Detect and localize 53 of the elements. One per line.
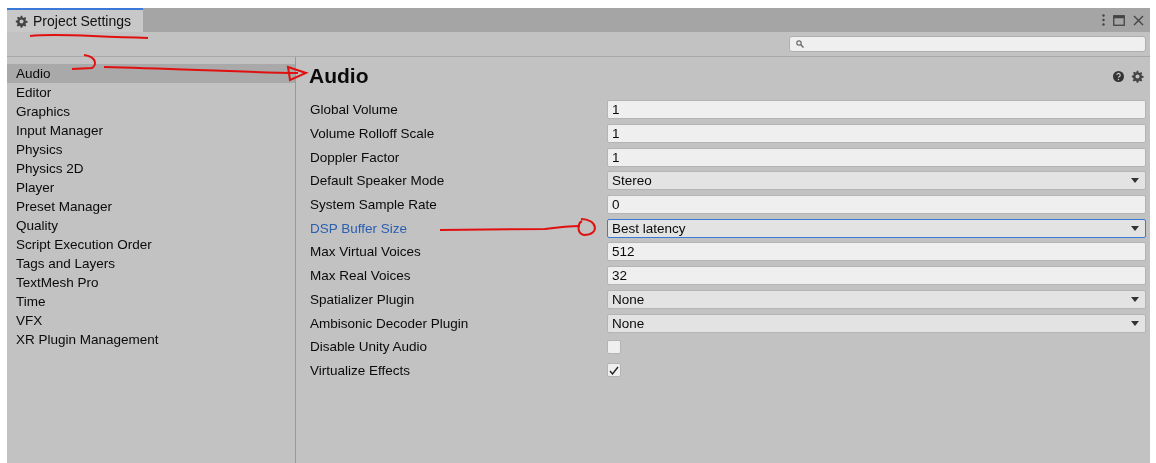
window-tab[interactable]: Project Settings (7, 8, 144, 32)
field-label: Default Speaker Mode (310, 173, 445, 189)
sidebar-item[interactable]: Physics (7, 140, 295, 159)
sidebar-item[interactable]: Editor (7, 83, 295, 102)
sidebar-item[interactable]: Audio (7, 64, 295, 83)
caret-icon (1131, 178, 1139, 184)
checkbox[interactable] (607, 339, 621, 354)
field-label: Max Real Voices (310, 268, 411, 284)
field-label: Disable Unity Audio (310, 339, 428, 355)
field-label: Volume Rolloff Scale (310, 126, 435, 142)
checkbox[interactable] (607, 363, 621, 378)
dropdown[interactable]: None (607, 313, 1146, 333)
more-icon[interactable] (1102, 14, 1105, 26)
sidebar-item[interactable]: Script Execution Order (7, 235, 295, 254)
maximize-icon[interactable] (1113, 14, 1125, 26)
input-field[interactable]: 1 (607, 100, 1146, 120)
search-icon (796, 40, 804, 48)
help-icon[interactable] (1113, 70, 1124, 82)
section-title: Audio (309, 64, 369, 88)
gear-icon (15, 14, 28, 28)
field-label: DSP Buffer Size (310, 220, 408, 236)
sidebar-item[interactable]: VFX (7, 311, 295, 330)
sidebar-item[interactable]: TextMesh Pro (7, 273, 295, 292)
caret-icon (1131, 296, 1139, 302)
dropdown[interactable]: Stereo (607, 171, 1146, 191)
sidebar-item[interactable]: Graphics (7, 102, 295, 121)
input-field[interactable]: 512 (607, 242, 1146, 262)
field-label: Max Virtual Voices (310, 244, 421, 260)
sidebar-item[interactable]: Time (7, 292, 295, 311)
search-field[interactable] (789, 36, 1146, 52)
field-label: Ambisonic Decoder Plugin (310, 315, 469, 331)
sidebar-item[interactable]: Quality (7, 216, 295, 235)
sidebar-item[interactable]: Physics 2D (7, 159, 295, 178)
field-label: Global Volume (310, 102, 398, 118)
caret-icon (1131, 320, 1139, 326)
field-label: Virtualize Effects (310, 362, 411, 378)
sidebar-item[interactable]: Preset Manager (7, 197, 295, 216)
input-field[interactable]: 0 (607, 195, 1146, 215)
field-label: Spatializer Plugin (310, 291, 415, 307)
sidebar-item[interactable]: Player (7, 178, 295, 197)
caret-icon (1131, 225, 1139, 231)
input-field[interactable]: 1 (607, 124, 1146, 144)
field-label: Doppler Factor (310, 149, 400, 165)
input-field[interactable]: 32 (607, 266, 1146, 286)
dropdown[interactable]: None (607, 289, 1146, 309)
close-icon[interactable] (1133, 14, 1144, 26)
sidebar-item[interactable]: Tags and Layers (7, 254, 295, 273)
sidebar-item[interactable]: Input Manager (7, 121, 295, 140)
settings-icon[interactable] (1131, 69, 1144, 83)
sidebar-item[interactable]: XR Plugin Management (7, 330, 295, 349)
field-label: System Sample Rate (310, 197, 437, 213)
dropdown[interactable]: Best latency (607, 218, 1146, 238)
input-field[interactable]: 1 (607, 147, 1146, 167)
